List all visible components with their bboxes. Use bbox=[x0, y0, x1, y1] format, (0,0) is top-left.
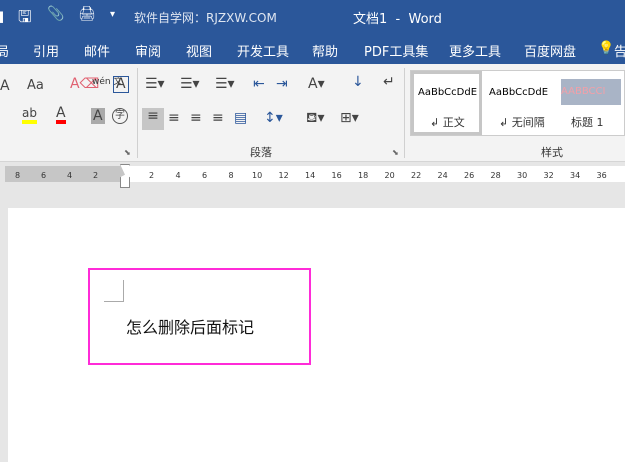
styles-group-label: 样式 bbox=[541, 146, 563, 159]
ruler-tick-label: 16 bbox=[331, 171, 342, 180]
char-shading-icon[interactable]: A bbox=[91, 108, 105, 124]
ribbon: A Aa A⌫ wén 文 A ab A A 字 ☰▾ ☰▾ ☰▾ ⇤ ⇥ A▾… bbox=[0, 64, 625, 162]
ruler-tick-label: 18 bbox=[358, 171, 369, 180]
ruler-tick-label: 36 bbox=[596, 171, 607, 180]
ruler-tick-label: 20 bbox=[384, 171, 395, 180]
align-center-icon[interactable]: ≡ bbox=[168, 110, 180, 126]
font-dialog-launcher-icon[interactable]: ⬊ bbox=[124, 148, 131, 157]
ruler-tick-label: 22 bbox=[411, 171, 422, 180]
ruler-tick-label: 8 bbox=[15, 171, 21, 180]
style-heading-1[interactable]: AABBCCI 标题 1 bbox=[561, 71, 625, 135]
ruler-tick-label: 28 bbox=[490, 171, 501, 180]
shading-icon[interactable]: ⛾▾ bbox=[306, 110, 324, 128]
tab-layout[interactable]: 局 bbox=[0, 41, 9, 60]
font-color-icon[interactable]: A bbox=[56, 106, 66, 124]
ruler-tick-label: 12 bbox=[278, 171, 289, 180]
tab-developer[interactable]: 开发工具 bbox=[237, 41, 289, 60]
customize-icon[interactable]: ▾ bbox=[110, 9, 115, 20]
highlight-icon[interactable]: ab bbox=[22, 106, 37, 124]
tab-view[interactable]: 视图 bbox=[186, 41, 212, 60]
enclose-char-button[interactable]: 字 bbox=[112, 108, 128, 124]
attach-icon[interactable]: 📎 bbox=[47, 6, 64, 22]
tab-pdf-tools[interactable]: PDF工具集 bbox=[364, 41, 428, 60]
multilevel-list-icon[interactable]: ☰▾ bbox=[215, 76, 235, 92]
ruler-tick-label: 6 bbox=[202, 171, 208, 180]
tab-tell-me[interactable]: 告 bbox=[614, 41, 625, 60]
lightbulb-icon[interactable]: 💡 bbox=[598, 41, 614, 56]
bullets-icon[interactable]: ☰▾ bbox=[145, 76, 165, 92]
ruler-tick-label: 2 bbox=[149, 171, 155, 180]
tab-review[interactable]: 审阅 bbox=[135, 41, 161, 60]
site-title: 软件自学网：RJZXW.COM bbox=[134, 11, 277, 25]
numbering-icon[interactable]: ☰▾ bbox=[180, 76, 200, 92]
char-border-button[interactable]: A bbox=[113, 76, 129, 93]
ruler-tick-label: 14 bbox=[305, 171, 316, 180]
ruler-tick-label: 26 bbox=[464, 171, 475, 180]
ruler-tick-label: 4 bbox=[67, 171, 73, 180]
sort-icon[interactable]: ↓ bbox=[352, 74, 364, 90]
tab-references[interactable]: 引用 bbox=[33, 41, 59, 60]
tab-more-tools[interactable]: 更多工具 bbox=[449, 41, 501, 60]
save-icon[interactable]: 🖫 bbox=[18, 6, 32, 33]
document-page[interactable]: 怎么删除后面标记 bbox=[8, 208, 625, 462]
grow-font-icon[interactable]: A bbox=[0, 78, 10, 94]
styles-gallery: AaBbCcDdE ↲ 正文 AaBbCcDdE ↲ 无间隔 AABBCCI 标… bbox=[410, 70, 625, 136]
divider bbox=[137, 68, 138, 158]
print-check-icon[interactable]: 🖨 bbox=[78, 6, 96, 22]
ruler-tick-label: 6 bbox=[41, 171, 47, 180]
distributed-icon[interactable]: ▤ bbox=[234, 110, 247, 126]
align-right-icon[interactable]: ≡ bbox=[190, 110, 202, 126]
ribbon-tabs: 局 引用 邮件 审阅 视图 开发工具 帮助 PDF工具集 更多工具 百度网盘 💡… bbox=[0, 34, 625, 64]
tab-help[interactable]: 帮助 bbox=[312, 41, 338, 60]
style-no-spacing[interactable]: AaBbCcDdE ↲ 无间隔 bbox=[485, 71, 557, 135]
increase-indent-icon[interactable]: ⇥ bbox=[276, 76, 288, 92]
ruler-tick-label: 8 bbox=[228, 171, 234, 180]
ruler-tick-label: 32 bbox=[543, 171, 554, 180]
style-normal[interactable]: AaBbCcDdE ↲ 正文 bbox=[411, 71, 482, 135]
tab-baidu-netdisk[interactable]: 百度网盘 bbox=[524, 41, 576, 60]
change-case-button[interactable]: Aa bbox=[27, 78, 44, 93]
open-icon[interactable]: ▮ bbox=[0, 7, 4, 25]
show-marks-icon[interactable]: ↵ bbox=[383, 74, 395, 90]
document-text[interactable]: 怎么删除后面标记 bbox=[126, 314, 254, 338]
decrease-indent-icon[interactable]: ⇤ bbox=[253, 76, 265, 92]
ruler-tick-label: 34 bbox=[570, 171, 581, 180]
align-left-icon[interactable]: ≡ bbox=[142, 108, 164, 130]
ruler-tick-label: 24 bbox=[437, 171, 448, 180]
ruler-tick-label: 10 bbox=[252, 171, 263, 180]
paragraph-dialog-launcher-icon[interactable]: ⬊ bbox=[392, 148, 399, 157]
margin-corner-mark bbox=[104, 280, 124, 302]
title-bar: ▮ 🖫 📎 🖨 ▾ 软件自学网：RJZXW.COM 文档1 - Word bbox=[0, 0, 625, 34]
ruler-tick-label: 4 bbox=[175, 171, 181, 180]
justify-icon[interactable]: ≡ bbox=[212, 110, 224, 126]
line-spacing-icon[interactable]: ↕▾ bbox=[264, 110, 283, 126]
ruler-margin bbox=[5, 166, 125, 182]
doc-title: 文档1 - Word bbox=[353, 12, 442, 27]
borders-icon[interactable]: ⊞▾ bbox=[340, 110, 359, 126]
horizontal-ruler[interactable]: 8 6 4 2 2 4 6 8 10 12 14 16 18 20 22 24 26 28 30 32 34 36 bbox=[0, 162, 625, 190]
text-direction-icon[interactable]: A▾ bbox=[308, 76, 325, 92]
divider bbox=[404, 68, 405, 158]
ruler-tick-label: 30 bbox=[517, 171, 528, 180]
ruler-tick-label: 2 bbox=[93, 171, 99, 180]
paragraph-group-label: 段落 bbox=[250, 146, 272, 159]
tab-mailings[interactable]: 邮件 bbox=[84, 41, 110, 60]
